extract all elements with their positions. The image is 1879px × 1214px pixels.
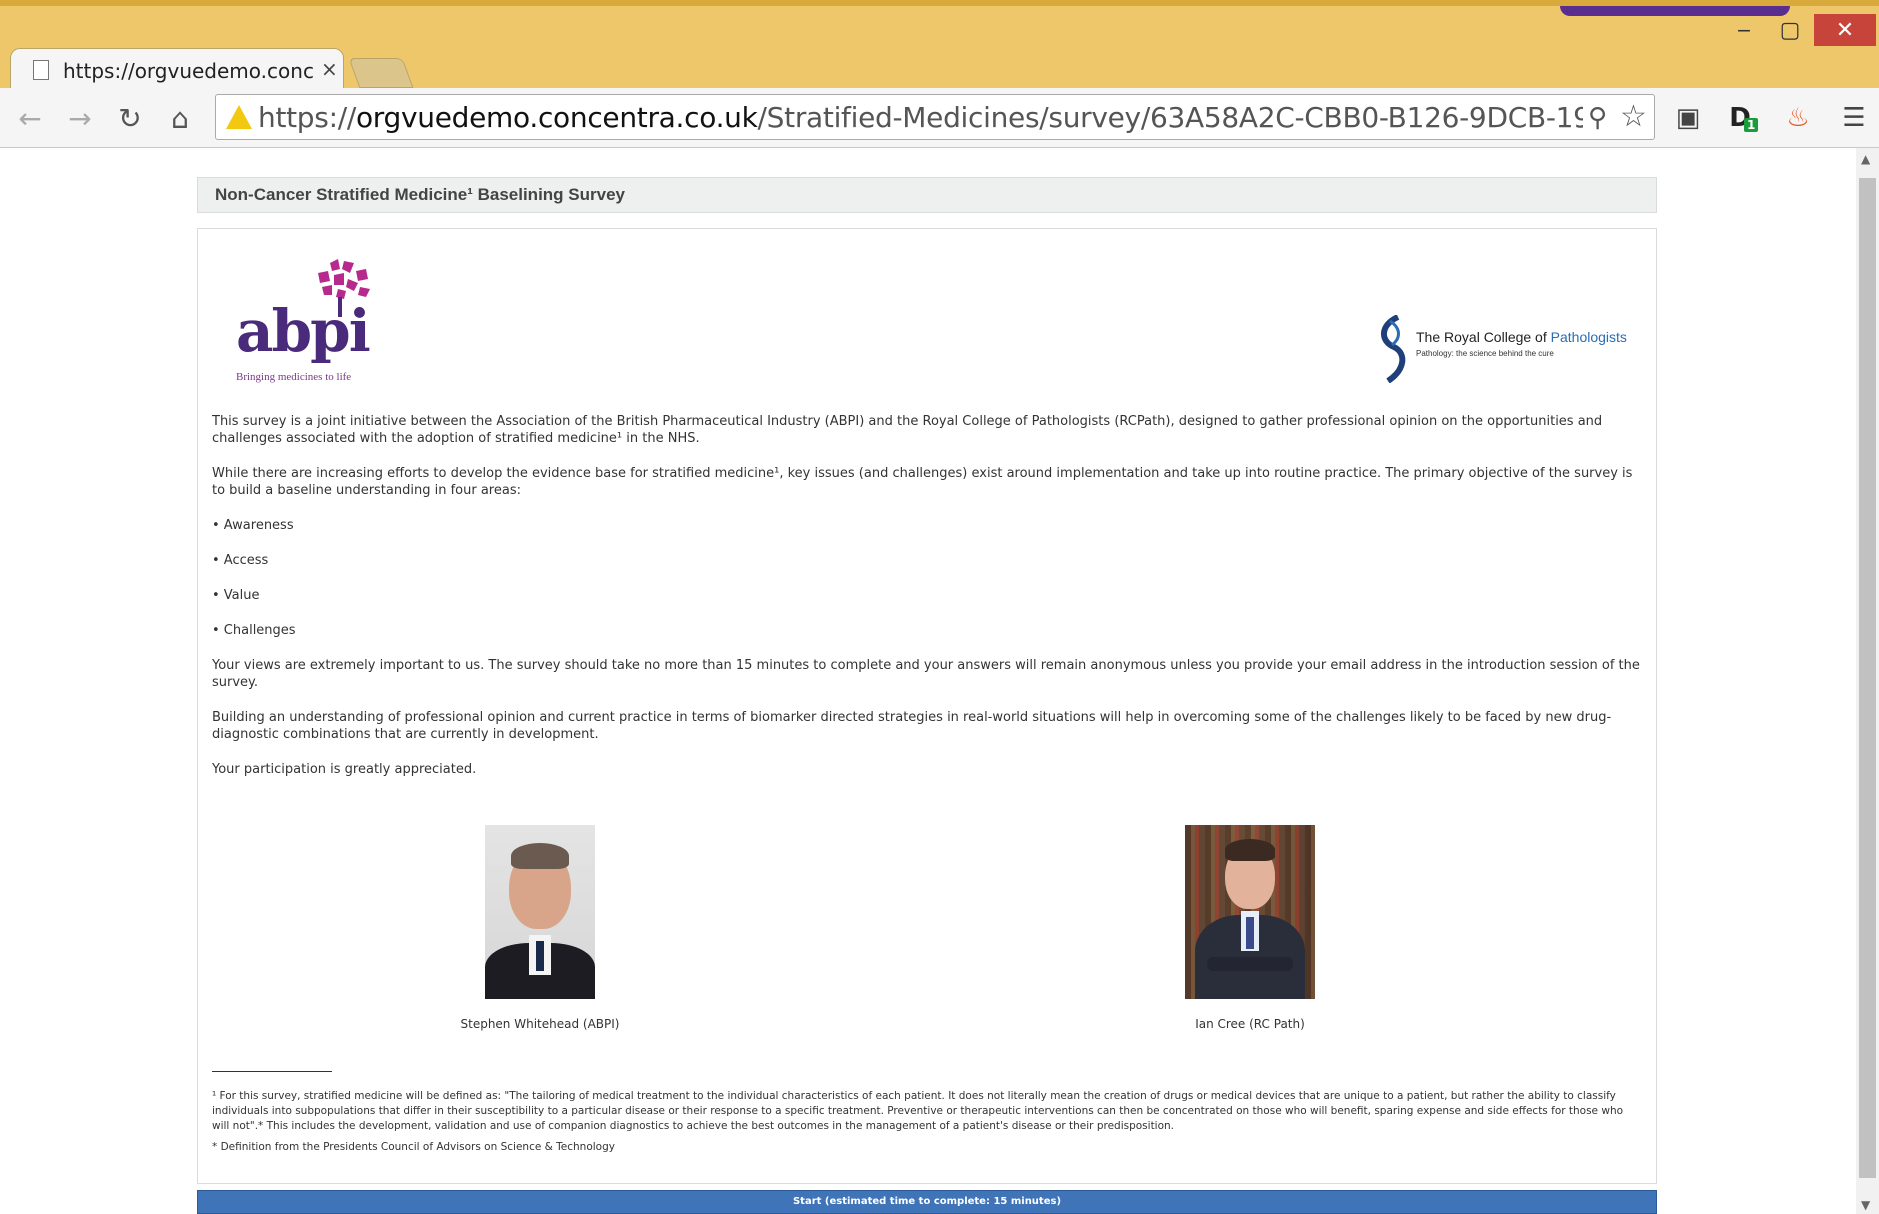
address-bar[interactable]: https://orgvuedemo.concentra.co.uk/Strat… <box>215 94 1655 140</box>
start-survey-button[interactable]: Start (estimated time to complete: 15 mi… <box>197 1190 1657 1214</box>
browser-menu-icon[interactable]: ☰ <box>1836 100 1872 136</box>
abpi-wordmark: abpi <box>236 297 371 365</box>
fire-extension-icon[interactable]: ♨ <box>1780 100 1816 136</box>
url-scheme: https:// <box>258 101 356 134</box>
person-caption: Ian Cree (RC Path) <box>1195 1017 1305 1031</box>
survey-header: Non-Cancer Stratified Medicine¹ Baselini… <box>197 177 1657 213</box>
person-photo <box>1185 825 1315 999</box>
scroll-up-icon[interactable]: ▲ <box>1861 152 1870 166</box>
browser-toolbar: ← → ↻ ⌂ https://orgvuedemo.concentra.co.… <box>0 88 1879 148</box>
rcpath-name-prefix: The Royal College of <box>1416 329 1551 345</box>
list-item: • Value <box>212 588 260 603</box>
list-item: • Awareness <box>212 518 294 533</box>
objective-paragraph: While there are increasing efforts to de… <box>212 466 1633 498</box>
new-tab-button[interactable] <box>348 58 414 88</box>
person-stephen-whitehead: Stephen Whitehead (ABPI) <box>460 825 620 1031</box>
back-arrow-icon[interactable]: ← <box>12 100 48 136</box>
forward-arrow-icon[interactable]: → <box>62 100 98 136</box>
scroll-down-icon[interactable]: ▼ <box>1861 1198 1870 1212</box>
tab-title: https://orgvuedemo.conc <box>63 59 313 83</box>
footnote-definition: ¹ For this survey, stratified medicine w… <box>212 1090 1624 1132</box>
rcpath-name: The Royal College of Pathologists <box>1416 329 1627 345</box>
page-title: Non-Cancer Stratified Medicine¹ Baselini… <box>215 185 625 204</box>
person-caption: Stephen Whitehead (ABPI) <box>460 1017 620 1031</box>
list-item: • Access <box>212 553 269 568</box>
extension-badge: 1 <box>1744 118 1759 132</box>
list-item: • Challenges <box>212 623 296 638</box>
survey-intro-panel: abpi Bringing medicines to life The Roya… <box>197 228 1657 1184</box>
minimize-window-button[interactable]: ‒ <box>1724 14 1764 46</box>
rcpath-tagline: Pathology: the science behind the cure <box>1416 349 1554 358</box>
scrollbar-thumb[interactable] <box>1859 178 1876 1178</box>
window-titlebar: ‒ ▢ ✕ https://orgvuedemo.conc × <box>0 0 1879 94</box>
rcpath-mark-icon <box>1381 315 1406 383</box>
security-warning-icon[interactable] <box>226 105 252 129</box>
bookmark-star-icon[interactable]: ☆ <box>1620 99 1647 134</box>
footnote-divider <box>212 1071 332 1072</box>
tab-close-icon[interactable]: × <box>321 57 338 81</box>
footnote-source: * Definition from the Presidents Council… <box>212 1141 615 1153</box>
page-icon <box>33 60 49 80</box>
understanding-paragraph: Building an understanding of professiona… <box>212 710 1612 742</box>
rcpath-name-accent: Pathologists <box>1550 329 1627 345</box>
person-photo <box>485 825 595 999</box>
evernote-extension-icon[interactable]: ▣ <box>1670 100 1706 136</box>
close-window-button[interactable]: ✕ <box>1814 14 1876 46</box>
url-text[interactable]: https://orgvuedemo.concentra.co.uk/Strat… <box>258 101 1583 134</box>
survey-description: This survey is a joint initiative betwee… <box>212 413 1642 796</box>
footnotes: ¹ For this survey, stratified medicine w… <box>212 1089 1642 1161</box>
reload-icon[interactable]: ↻ <box>112 100 148 136</box>
person-ian-cree: Ian Cree (RC Path) <box>1160 825 1340 1031</box>
url-path: /Stratified-Medicines/survey/63A58A2C-CB… <box>757 101 1583 134</box>
appreciation-paragraph: Your participation is greatly appreciate… <box>212 762 477 777</box>
d-extension-icon[interactable]: D1 <box>1722 100 1759 136</box>
abpi-logo: abpi Bringing medicines to life <box>236 259 376 387</box>
url-host: orgvuedemo.concentra.co.uk <box>355 101 758 134</box>
maximize-window-button[interactable]: ▢ <box>1770 14 1810 46</box>
views-paragraph: Your views are extremely important to us… <box>212 658 1640 690</box>
abpi-tagline: Bringing medicines to life <box>236 371 352 383</box>
home-icon[interactable]: ⌂ <box>162 100 198 136</box>
rcpath-logo: The Royal College of Pathologists Pathol… <box>1376 315 1627 385</box>
intro-paragraph: This survey is a joint initiative betwee… <box>212 414 1603 446</box>
page-scrollbar[interactable]: ▲ ▼ <box>1856 148 1879 1214</box>
search-icon[interactable]: ⚲ <box>1588 103 1607 133</box>
